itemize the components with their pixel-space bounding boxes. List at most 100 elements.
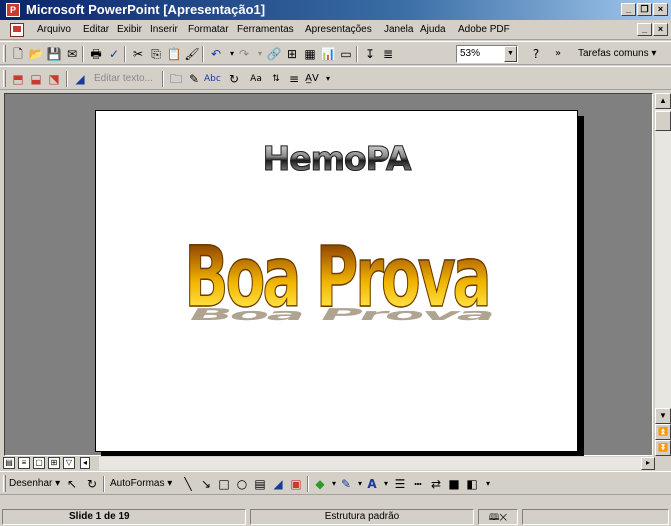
rectangle-icon[interactable]: □	[216, 476, 232, 492]
new-icon[interactable]: 🗋	[10, 46, 26, 62]
show-formatting-icon[interactable]: ≣	[380, 46, 396, 62]
open-icon[interactable]: 📂	[28, 46, 44, 62]
3d-icon[interactable]: ◧	[464, 476, 480, 492]
menu-arquivo[interactable]: Arquivo	[37, 24, 71, 35]
text-box-icon[interactable]: ▤	[252, 476, 268, 492]
oval-icon[interactable]: ○	[234, 476, 250, 492]
scroll-left-icon[interactable]: ◂	[80, 457, 90, 469]
chevron-down-icon[interactable]: ▾	[320, 71, 336, 87]
pdf-email-icon[interactable]: ⬓	[28, 71, 44, 87]
line-style-icon[interactable]: ☰	[392, 476, 408, 492]
pdf-review-icon[interactable]: ⬔	[46, 71, 62, 87]
save-icon[interactable]: 💾	[46, 46, 62, 62]
document-icon[interactable]	[10, 23, 24, 37]
toolbar-overflow-icon[interactable]: »	[550, 46, 566, 62]
next-slide-icon[interactable]: ⏬	[655, 440, 671, 456]
paste-icon[interactable]: 📋	[166, 46, 182, 62]
horizontal-scrollbar[interactable]: ▸	[99, 457, 655, 470]
copy-icon[interactable]: ⎘	[148, 46, 164, 62]
toolbar-grip[interactable]	[3, 45, 6, 62]
status-empty-panel	[522, 509, 669, 525]
wordart-gallery-icon[interactable]: 🗀	[168, 71, 184, 87]
toolbar-options-icon[interactable]: ▾	[480, 476, 496, 492]
menu-exibir[interactable]: Exibir	[117, 24, 142, 35]
expand-all-icon[interactable]: ↧	[362, 46, 378, 62]
edit-text-button[interactable]: Editar texto...	[94, 73, 153, 84]
clip-art-icon[interactable]: ▣	[288, 476, 304, 492]
common-tasks-button[interactable]: Tarefas comuns ▾	[578, 48, 656, 59]
doc-minimize-button[interactable]: _	[637, 23, 652, 36]
format-wordart-icon[interactable]: ✎	[186, 71, 202, 87]
insert-table-icon[interactable]: ▦	[302, 46, 318, 62]
redo-icon[interactable]: ↷	[236, 46, 252, 62]
menu-editar[interactable]: Editar	[83, 24, 109, 35]
menu-apresentacoes[interactable]: Apresentações	[305, 24, 372, 35]
shadow-icon[interactable]: ■	[446, 476, 462, 492]
menu-ajuda[interactable]: Ajuda	[420, 24, 446, 35]
toolbar-grip[interactable]	[3, 70, 6, 87]
print-icon[interactable]: 🖶	[88, 46, 104, 62]
email-icon[interactable]: ✉	[64, 46, 80, 62]
restore-button[interactable]: ❐	[637, 3, 652, 16]
close-button[interactable]: ×	[653, 3, 668, 16]
toolbar-grip[interactable]	[3, 475, 6, 492]
separator	[66, 71, 68, 87]
zoom-select[interactable]: 53% ▼	[456, 45, 518, 63]
insert-wordart-icon[interactable]: ◢	[270, 476, 286, 492]
slide-canvas[interactable]: HemoPA Boa Prova Boa Prova	[95, 110, 578, 452]
menu-ferramentas[interactable]: Ferramentas	[237, 24, 294, 35]
arrow-style-icon[interactable]: ⇄	[428, 476, 444, 492]
formatting-toolbar: ⬒ ⬓ ⬔ ◢ Editar texto... 🗀 ✎ Abc ↻ Aa ⇅ ≡…	[0, 66, 671, 90]
same-letter-heights-icon[interactable]: Aa	[248, 71, 264, 87]
free-rotate-icon[interactable]: ↻	[84, 476, 100, 492]
draw-menu-button[interactable]: Desenhar ▾	[9, 478, 60, 489]
undo-icon[interactable]: ↶	[208, 46, 224, 62]
format-painter-icon[interactable]: 🖌	[184, 46, 200, 62]
scroll-down-icon[interactable]: ▼	[655, 408, 671, 424]
slide-sorter-view-icon[interactable]: ⊞	[48, 457, 60, 469]
menu-adobe-pdf[interactable]: Adobe PDF	[458, 24, 510, 35]
select-objects-icon[interactable]: ↖	[64, 476, 80, 492]
menu-formatar[interactable]: Formatar	[188, 24, 229, 35]
menu-janela[interactable]: Janela	[384, 24, 413, 35]
separator	[356, 46, 358, 62]
normal-view-icon[interactable]: ▤	[3, 457, 15, 469]
minimize-button[interactable]: _	[621, 3, 636, 16]
convert-to-pdf-icon[interactable]: ⬒	[10, 71, 26, 87]
cut-icon[interactable]: ✂	[130, 46, 146, 62]
vertical-text-icon[interactable]: ⇅	[268, 71, 284, 87]
spelling-icon[interactable]: ✓	[106, 46, 122, 62]
slide-show-icon[interactable]: ▽	[63, 457, 75, 469]
scroll-thumb[interactable]	[655, 111, 671, 131]
view-bar: ▤ ≡ ▢ ⊞ ▽ ◂ ▸	[0, 456, 671, 471]
wordart-title[interactable]: HemoPA	[96, 139, 577, 179]
chevron-down-icon[interactable]: ▼	[504, 46, 517, 62]
outline-view-icon[interactable]: ≡	[18, 457, 30, 469]
wordart-icon[interactable]: ◢	[72, 71, 88, 87]
doc-close-button[interactable]: ×	[653, 23, 668, 36]
alignment-icon[interactable]: ≡	[286, 71, 302, 87]
slide-workspace[interactable]: HemoPA Boa Prova Boa Prova	[4, 93, 653, 456]
previous-slide-icon[interactable]: ⏫	[655, 424, 671, 440]
free-rotate-icon[interactable]: ↻	[226, 71, 242, 87]
menu-bar: Arquivo Editar Exibir Inserir Formatar F…	[0, 20, 671, 40]
hyperlink-icon[interactable]: 🔗	[266, 46, 282, 62]
spelling-status-icon[interactable]: 🕮✕	[478, 509, 518, 525]
autoshapes-menu-button[interactable]: AutoFormas ▾	[110, 478, 172, 489]
menu-inserir[interactable]: Inserir	[150, 24, 178, 35]
powerpoint-icon[interactable]: P	[6, 3, 20, 17]
tables-borders-icon[interactable]: ⊞	[284, 46, 300, 62]
arrow-icon[interactable]: ↘	[198, 476, 214, 492]
scroll-right-icon[interactable]: ▸	[641, 457, 655, 470]
dash-style-icon[interactable]: ┅	[410, 476, 426, 492]
character-spacing-icon[interactable]: A̲V	[304, 71, 320, 87]
help-icon[interactable]: ?	[528, 46, 544, 62]
insert-chart-icon[interactable]: 📊	[320, 46, 336, 62]
scroll-up-icon[interactable]: ▲	[655, 93, 671, 109]
wordart-body[interactable]: Boa Prova	[96, 227, 577, 327]
vertical-scrollbar[interactable]: ▲ ▼ ⏫ ⏬	[655, 93, 671, 456]
slide-view-icon[interactable]: ▢	[33, 457, 45, 469]
wordart-shape-icon[interactable]: Abc	[204, 71, 221, 87]
line-icon[interactable]: ╲	[180, 476, 196, 492]
new-slide-icon[interactable]: ▭	[338, 46, 354, 62]
